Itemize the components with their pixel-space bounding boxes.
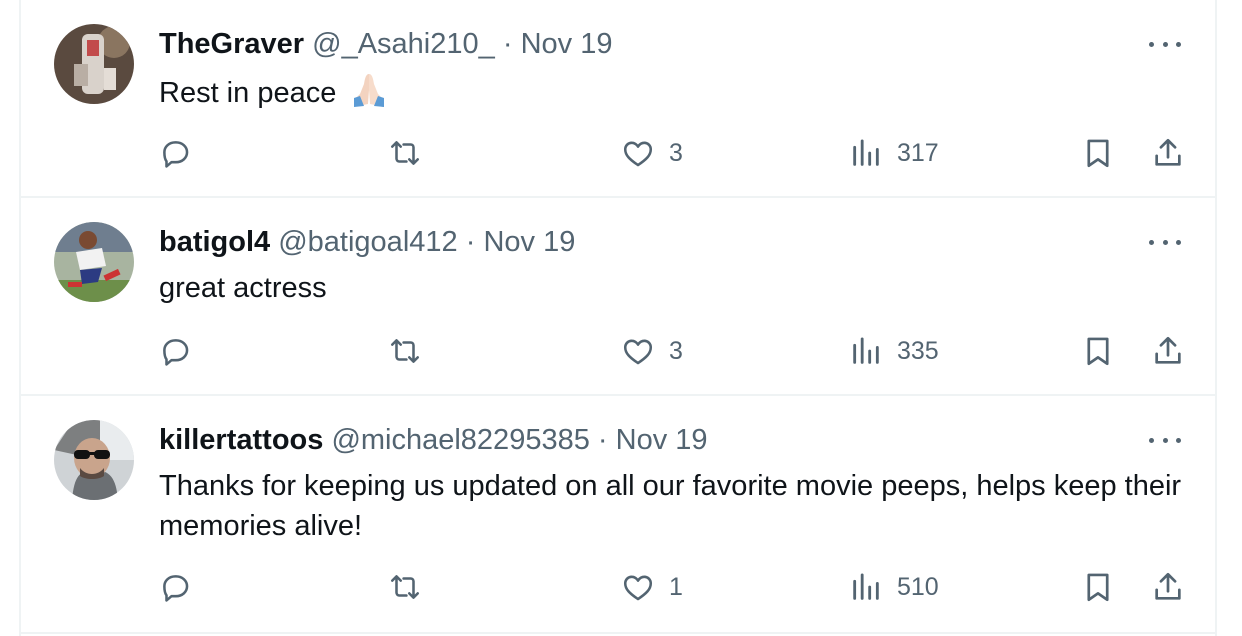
separator: ·: [502, 28, 513, 60]
display-name[interactable]: TheGraver: [159, 28, 304, 60]
timestamp[interactable]: Nov 19: [483, 226, 575, 258]
repost-button[interactable]: [388, 133, 422, 173]
speech-bubble-icon: [163, 141, 189, 168]
heart-icon: [623, 575, 653, 601]
reply-button[interactable]: [158, 133, 192, 173]
tweet-text: great actress: [159, 268, 1189, 308]
tweet[interactable]: killertattoos @michael82295385 · Nov 19 …: [21, 396, 1215, 634]
username[interactable]: @michael82295385: [331, 424, 589, 456]
repost-button[interactable]: [388, 567, 422, 607]
bookmark-icon: [1087, 337, 1109, 366]
tweet[interactable]: batigol4 @batigoal412 · Nov 19 great act…: [21, 198, 1215, 396]
like-button[interactable]: 1: [621, 567, 683, 607]
timestamp[interactable]: Nov 19: [616, 424, 708, 456]
display-name[interactable]: killertattoos: [159, 424, 323, 456]
share-button[interactable]: [1151, 567, 1185, 607]
like-count: 3: [669, 138, 683, 167]
repost-arrows-icon: [390, 141, 420, 165]
view-count: 510: [897, 572, 939, 601]
bar-chart-icon: [853, 337, 879, 364]
share-button[interactable]: [1151, 133, 1185, 173]
repost-arrows-icon: [390, 339, 420, 363]
view-count: 317: [897, 138, 939, 167]
reply-button[interactable]: [158, 567, 192, 607]
bookmark-button[interactable]: [1081, 331, 1115, 371]
heart-icon: [623, 141, 653, 167]
repost-arrows-icon: [390, 575, 420, 599]
like-count: 1: [669, 572, 683, 601]
repost-button[interactable]: [388, 331, 422, 371]
username[interactable]: @_Asahi210_: [312, 28, 495, 60]
tweet-text-content: Thanks for keeping us updated on all our…: [159, 470, 1182, 542]
share-upload-icon: [1155, 138, 1181, 166]
ellipsis-icon[interactable]: [1149, 232, 1181, 252]
bar-chart-icon: [853, 139, 879, 166]
ellipsis-icon[interactable]: [1149, 430, 1181, 450]
tweet-header: TheGraver @_Asahi210_ · Nov 19: [159, 26, 612, 62]
heart-icon: [623, 339, 653, 365]
views-button[interactable]: 510: [849, 567, 939, 607]
action-bar: 3 317: [21, 133, 1215, 173]
views-button[interactable]: 317: [849, 133, 939, 173]
bookmark-icon: [1087, 573, 1109, 602]
share-upload-icon: [1155, 336, 1181, 364]
bar-chart-icon: [853, 573, 879, 600]
like-button[interactable]: 3: [621, 133, 683, 173]
tweet-header: killertattoos @michael82295385 · Nov 19: [159, 422, 708, 458]
like-count: 3: [669, 336, 683, 365]
tweet-text-content: great actress: [159, 272, 327, 304]
like-button[interactable]: 3: [621, 331, 683, 371]
tweet-text: Rest in peace: [159, 70, 1189, 119]
avatar[interactable]: [54, 24, 134, 104]
separator: ·: [597, 424, 608, 456]
share-button[interactable]: [1151, 331, 1185, 371]
view-count: 335: [897, 336, 939, 365]
action-bar: 3 335: [21, 331, 1215, 371]
username[interactable]: @batigoal412: [278, 226, 457, 258]
bookmark-button[interactable]: [1081, 133, 1115, 173]
avatar[interactable]: [54, 222, 134, 302]
speech-bubble-icon: [163, 575, 189, 602]
avatar[interactable]: [54, 420, 134, 500]
reply-button[interactable]: [158, 331, 192, 371]
tweet[interactable]: TheGraver @_Asahi210_ · Nov 19 Rest in p…: [21, 0, 1215, 198]
bookmark-button[interactable]: [1081, 567, 1115, 607]
action-bar: 1 510: [21, 567, 1215, 607]
reply-feed: TheGraver @_Asahi210_ · Nov 19 Rest in p…: [19, 0, 1217, 636]
display-name[interactable]: batigol4: [159, 226, 270, 258]
share-upload-icon: [1155, 572, 1181, 600]
timestamp[interactable]: Nov 19: [521, 28, 613, 60]
folded-hands-emoji-icon: [350, 70, 388, 119]
separator: ·: [465, 226, 476, 258]
tweet-header: batigol4 @batigoal412 · Nov 19: [159, 224, 575, 260]
bookmark-icon: [1087, 139, 1109, 168]
tweet-text-content: Rest in peace: [159, 77, 337, 109]
speech-bubble-icon: [163, 339, 189, 366]
tweet-text: Thanks for keeping us updated on all our…: [159, 466, 1189, 546]
ellipsis-icon[interactable]: [1149, 34, 1181, 54]
views-button[interactable]: 335: [849, 331, 939, 371]
